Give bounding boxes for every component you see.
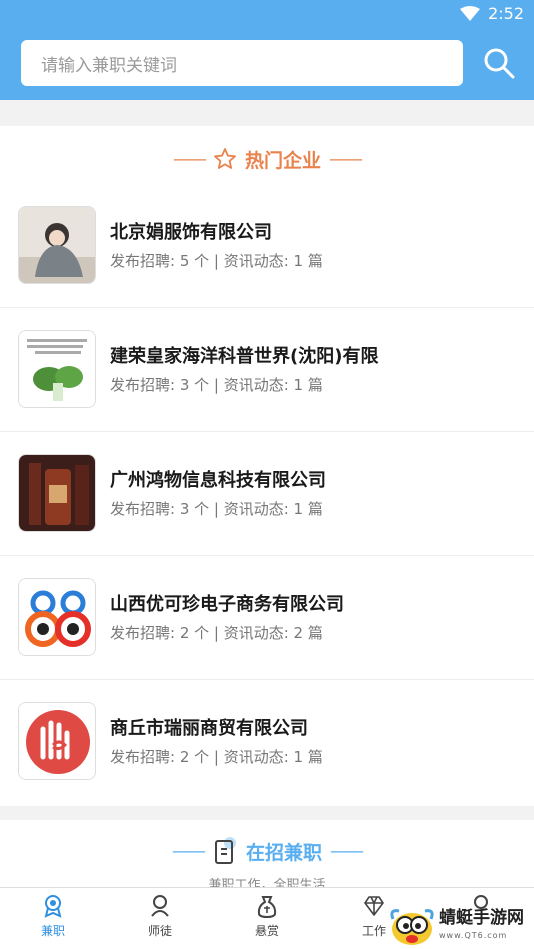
- title-dash-left: ——: [171, 840, 206, 862]
- title-dash-left: ——: [172, 148, 207, 170]
- company-name: 北京娟服饰有限公司: [110, 222, 272, 243]
- clipboard-icon: [214, 837, 236, 864]
- company-name: 商丘市瑞丽商贸有限公司: [110, 718, 308, 739]
- hot-companies-label: 热门企业: [244, 149, 321, 172]
- tab-xuanshang[interactable]: 悬赏: [227, 894, 307, 946]
- moneybag-icon: [257, 896, 277, 918]
- header: 请输入兼职关键词: [0, 30, 534, 100]
- company-item[interactable]: 广州鸿物信息科技有限公司 发布招聘: 3 个 | 资讯动态: 1 篇: [0, 432, 534, 556]
- tab-label: 师徒: [147, 924, 172, 938]
- watermark-text: 蜻蜓手游网: [439, 908, 524, 928]
- watermark-url: www.QT6.com: [439, 931, 508, 940]
- search-input[interactable]: 请输入兼职关键词: [21, 40, 463, 86]
- search-placeholder: 请输入兼职关键词: [41, 55, 177, 76]
- company-item[interactable]: 建荣皇家海洋科普世界(沈阳)有限 发布招聘: 3 个 | 资讯动态: 1 篇: [0, 308, 534, 432]
- search-icon[interactable]: [482, 46, 516, 80]
- dragonfly-mascot-icon: [390, 909, 434, 945]
- hot-companies-section: —— 热门企业 —— 北京娟服饰有限公司 发布招聘: 5 个 | 资讯动态: 1…: [0, 126, 534, 806]
- company-name: 广州鸿物信息科技有限公司: [110, 470, 326, 491]
- company-meta: 发布招聘: 2 个 | 资讯动态: 1 篇: [110, 748, 323, 766]
- company-logo: [18, 206, 96, 284]
- status-time: 2:52: [488, 4, 524, 23]
- badge-icon: [44, 895, 62, 918]
- recruiting-title: —— 在招兼职 ——: [0, 836, 534, 866]
- company-meta: 发布招聘: 5 个 | 资讯动态: 1 篇: [110, 252, 323, 270]
- company-meta: 发布招聘: 3 个 | 资讯动态: 1 篇: [110, 376, 323, 394]
- company-logo: [18, 330, 96, 408]
- tab-label: 工作: [361, 924, 386, 938]
- company-logo: [18, 702, 96, 780]
- tab-label: 兼职: [40, 924, 65, 938]
- company-item[interactable]: 商丘市瑞丽商贸有限公司 发布招聘: 2 个 | 资讯动态: 1 篇: [0, 680, 534, 804]
- company-meta: 发布招聘: 3 个 | 资讯动态: 1 篇: [110, 500, 323, 518]
- company-meta: 发布招聘: 2 个 | 资讯动态: 2 篇: [110, 624, 323, 642]
- company-logo: [18, 454, 96, 532]
- watermark: 蜻蜓手游网 www.QT6.com: [385, 905, 534, 949]
- title-dash-right: ——: [330, 840, 364, 862]
- recruiting-label: 在招兼职: [245, 841, 322, 864]
- company-item[interactable]: 北京娟服饰有限公司 发布招聘: 5 个 | 资讯动态: 1 篇: [0, 184, 534, 308]
- company-name: 山西优可珍电子商务有限公司: [110, 594, 344, 615]
- recruiting-section: —— 在招兼职 —— 兼职工作，全职生活: [0, 820, 534, 893]
- tab-jianzhi[interactable]: 兼职: [13, 894, 93, 946]
- hot-companies-title: —— 热门企业 ——: [0, 144, 534, 174]
- status-bar: 2:52: [0, 0, 534, 30]
- wifi-icon: [460, 5, 481, 21]
- title-dash-right: ——: [329, 148, 363, 170]
- tab-shitu[interactable]: 师徒: [120, 894, 200, 946]
- diamond-icon: [364, 896, 384, 916]
- mentor-icon: [151, 895, 169, 917]
- company-name: 建荣皇家海洋科普世界(沈阳)有限: [110, 346, 379, 367]
- company-item[interactable]: 山西优可珍电子商务有限公司 发布招聘: 2 个 | 资讯动态: 2 篇: [0, 556, 534, 680]
- company-logo: [18, 578, 96, 656]
- tab-label: 悬赏: [254, 924, 279, 938]
- star-icon: [214, 148, 236, 169]
